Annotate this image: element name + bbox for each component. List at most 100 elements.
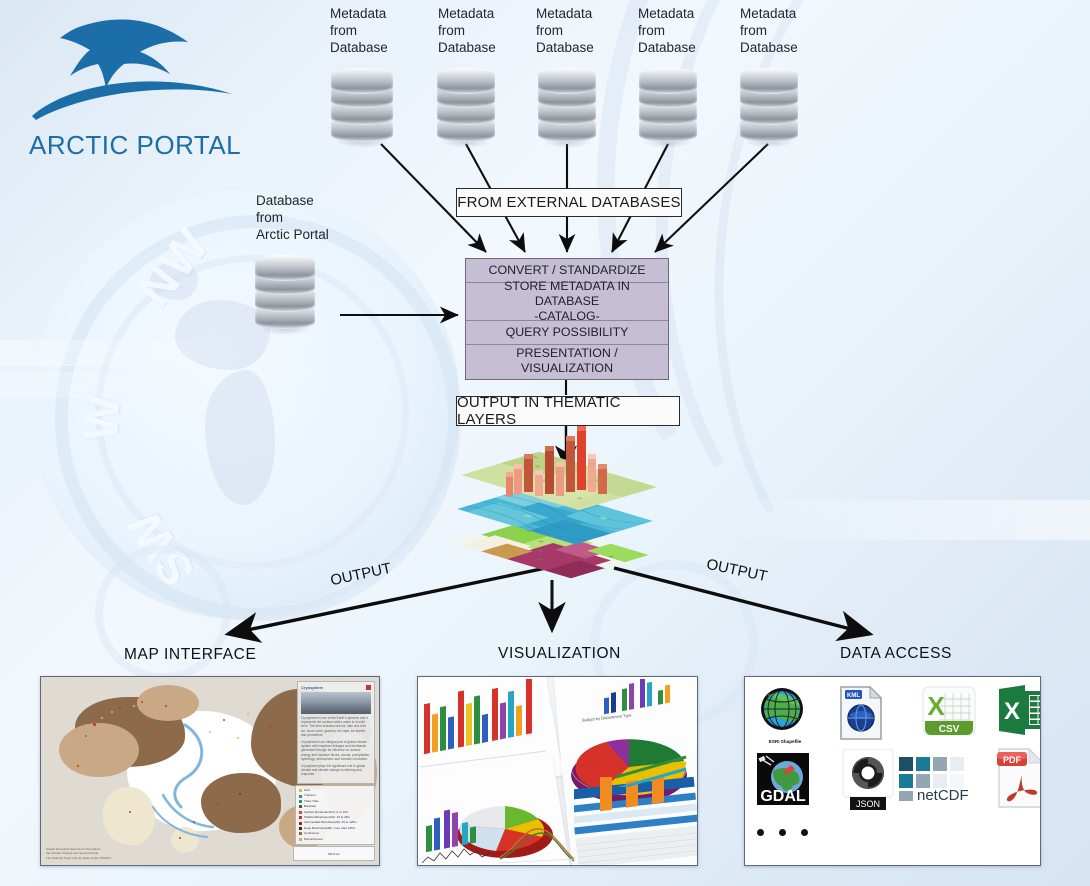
json-icon: JSON xyxy=(842,748,894,810)
db-label-4: Metadata from Database xyxy=(638,5,734,56)
csv-spreadsheet-icon: CSV X xyxy=(922,686,976,736)
svg-text:PDF: PDF xyxy=(1003,755,1022,765)
db-label-line3: Database xyxy=(438,40,496,55)
background-globe xyxy=(30,190,460,620)
map-scale-bar: 940.8 km xyxy=(293,846,375,861)
format-excel[interactable]: X xyxy=(997,683,1040,742)
compass-label-w: W xyxy=(75,392,132,443)
legend-label: Discontinuous xyxy=(304,836,323,841)
db-label-line1: Metadata xyxy=(740,6,797,21)
format-gdal[interactable]: GDAL xyxy=(757,753,809,810)
diagram-canvas: NW W SW ARCTIC PORTAL Metadata from Data… xyxy=(0,0,1090,886)
arctic-tern-bird-icon xyxy=(32,19,232,120)
db-label-3: Metadata from Database xyxy=(536,5,632,56)
format-netcdf[interactable]: netCDF xyxy=(897,755,1001,806)
cryosphere-info-card[interactable]: Cryosphere Cryosphere is one of the Eart… xyxy=(297,681,375,784)
legend-item: Discontinuous xyxy=(299,837,371,842)
esri-shapefile-globe-icon xyxy=(761,688,803,730)
db-label-line1: Metadata xyxy=(638,6,695,21)
background-landmass xyxy=(150,262,198,300)
svg-text:JSON: JSON xyxy=(856,799,880,809)
thematic-layers-stack xyxy=(453,426,657,590)
database-cylinder-3[interactable] xyxy=(538,68,596,148)
data-access-panel[interactable]: ESRI Shapefile KML CSV X X GDAL JSON net… xyxy=(744,676,1041,866)
db-label-line2: from xyxy=(330,23,357,38)
db-label-line3: Database xyxy=(638,40,696,55)
visualization-panel[interactable]: Budget by Department Type xyxy=(417,676,698,866)
charts-photo: Budget by Department Type xyxy=(418,677,697,865)
process-step-store-line1: STORE METADATA IN DATABASE xyxy=(504,279,630,308)
info-card-paragraph-1: Cryosphere is one of the Earth´s spheres… xyxy=(301,716,368,737)
three-dots-more-icon[interactable] xyxy=(757,829,808,836)
compass-label-sw: SW xyxy=(117,499,206,596)
db-label-line1: Metadata xyxy=(438,6,495,21)
format-kml[interactable]: KML xyxy=(837,685,885,746)
output-label-right: OUTPUT xyxy=(704,555,769,586)
format-json[interactable]: JSON xyxy=(841,748,895,816)
db-label-2: Metadata from Database xyxy=(438,5,534,56)
format-pdf[interactable]: PDF xyxy=(995,747,1040,814)
process-step-presentation: PRESENTATION / VISUALIZATION xyxy=(516,346,618,375)
svg-text:X: X xyxy=(1004,698,1020,725)
info-card-paragraph-3: Cryosphere plays the significant role in… xyxy=(301,764,366,777)
close-icon[interactable] xyxy=(366,685,371,690)
section-title-data-access: DATA ACCESS xyxy=(840,645,952,662)
db-label-line2: from xyxy=(740,23,767,38)
format-csv[interactable]: CSV X xyxy=(921,685,977,742)
db-label-1: Metadata from Database xyxy=(330,5,426,56)
section-title-visualization: VISUALIZATION xyxy=(498,645,621,662)
logo-wordmark: ARCTIC PORTAL xyxy=(29,130,242,160)
database-cylinder-4[interactable] xyxy=(639,68,697,148)
map-interface-panel[interactable]: Cryosphere Cryosphere is one of the Eart… xyxy=(40,676,380,866)
from-external-databases-box: FROM EXTERNAL DATABASES xyxy=(456,188,682,217)
section-title-map-interface: MAP INTERFACE xyxy=(124,646,257,663)
process-step-store: STORE METADATA IN DATABASE -CATALOG- xyxy=(466,279,668,323)
info-card-photo xyxy=(301,692,371,714)
process-step-store-line2: -CATALOG- xyxy=(534,309,600,323)
info-card-title: Cryosphere xyxy=(301,685,324,690)
db-label-line3: Database xyxy=(740,40,798,55)
map-legend[interactable]: Grid Transect Thaw Tube Borehole Surface… xyxy=(295,784,375,845)
3d-bar-terrain-layer xyxy=(506,426,607,496)
db-label-5: Metadata from Database xyxy=(740,5,836,56)
svg-text:X: X xyxy=(927,691,945,721)
background-arc xyxy=(635,0,1090,737)
compass-label-nw: NW xyxy=(127,218,221,317)
database-cylinder-5[interactable] xyxy=(740,68,798,148)
svg-text:KML: KML xyxy=(847,693,860,699)
svg-text:GDAL: GDAL xyxy=(760,788,806,805)
pdf-document-icon: PDF xyxy=(997,747,1040,808)
internal-db-line3: Arctic Portal xyxy=(256,227,329,242)
database-cylinder-2[interactable] xyxy=(437,68,495,148)
internal-database-cylinder[interactable] xyxy=(255,255,315,335)
arctic-portal-logo: ARCTIC PORTAL xyxy=(20,8,260,160)
internal-db-line2: from xyxy=(256,210,283,225)
output-label-left: OUTPUT xyxy=(328,559,393,590)
process-box: CONVERT / STANDARDIZE STORE METADATA IN … xyxy=(465,258,669,380)
db-label-line1: Metadata xyxy=(330,6,387,21)
db-label-line3: Database xyxy=(330,40,388,55)
map-canvas[interactable]: Cryosphere Cryosphere is one of the Eart… xyxy=(41,677,379,865)
background-sweep xyxy=(0,372,200,398)
format-esri-shapefile[interactable]: ESRI Shapefile xyxy=(757,687,813,744)
kml-document-icon: KML xyxy=(840,685,883,740)
map-credit: Global Terrestrial Network for Permafros… xyxy=(46,847,111,860)
svg-text:netCDF: netCDF xyxy=(917,787,969,801)
map-credit-line3: The National Snow and Ice Data Center (N… xyxy=(46,855,112,860)
db-label-line2: from xyxy=(438,23,465,38)
background-sweep xyxy=(700,500,1090,540)
db-label-line3: Database xyxy=(536,40,594,55)
background-landmass xyxy=(205,370,275,505)
excel-xlsx-icon: X xyxy=(999,685,1040,735)
database-cylinder-1[interactable] xyxy=(331,68,393,148)
internal-db-line1: Database xyxy=(256,193,314,208)
esri-shapefile-caption: ESRI Shapefile xyxy=(768,739,802,744)
netcdf-icon: netCDF xyxy=(899,757,969,804)
info-card-paragraph-2: Cryosphere is an integral part of global… xyxy=(301,740,371,761)
background-sweep xyxy=(0,340,240,366)
background-compass-ring-inner xyxy=(95,255,409,569)
db-label-line2: from xyxy=(536,23,563,38)
internal-db-label: Database from Arctic Portal xyxy=(256,192,366,243)
process-step-query: QUERY POSSIBILITY xyxy=(466,321,668,345)
svg-text:CSV: CSV xyxy=(939,724,960,735)
